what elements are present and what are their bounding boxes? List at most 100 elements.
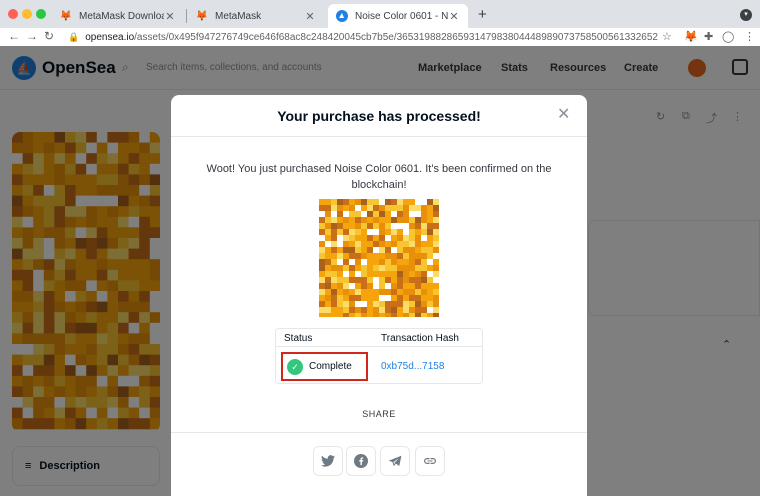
metamask-extension-icon[interactable]: 🦊 bbox=[684, 30, 698, 43]
art-pixel bbox=[385, 313, 392, 317]
art-pixel bbox=[433, 247, 439, 254]
transaction-hash-link[interactable]: 0xb75d...7158 bbox=[381, 361, 444, 372]
url-path: /assets/0x495f947276749ce646f68ac8c24842… bbox=[134, 31, 658, 43]
art-pixel bbox=[331, 229, 338, 236]
back-arrow-icon[interactable]: ← bbox=[8, 29, 20, 43]
maximize-window-button[interactable] bbox=[36, 9, 46, 19]
bookmark-star-icon[interactable]: ☆ bbox=[662, 30, 672, 43]
minimize-window-button[interactable] bbox=[22, 9, 32, 19]
art-pixel bbox=[427, 229, 434, 236]
close-icon[interactable]: ✕ bbox=[557, 107, 570, 123]
art-pixel bbox=[361, 295, 368, 302]
art-pixel bbox=[373, 295, 380, 302]
art-pixel bbox=[409, 253, 416, 260]
art-pixel bbox=[391, 217, 398, 224]
art-pixel bbox=[355, 271, 362, 278]
art-pixel bbox=[355, 211, 362, 218]
art-pixel bbox=[391, 313, 398, 317]
art-pixel bbox=[415, 205, 422, 212]
art-pixel bbox=[319, 265, 326, 272]
facebook-share-button[interactable] bbox=[346, 446, 376, 476]
art-pixel bbox=[427, 199, 434, 206]
art-pixel bbox=[355, 247, 362, 254]
tab-separator bbox=[186, 9, 187, 23]
art-pixel bbox=[427, 265, 434, 272]
art-pixel bbox=[391, 283, 398, 290]
link-icon bbox=[424, 458, 436, 464]
art-pixel bbox=[409, 205, 416, 212]
art-pixel bbox=[397, 235, 404, 242]
art-pixel bbox=[325, 217, 332, 224]
art-pixel bbox=[319, 223, 326, 230]
art-pixel bbox=[337, 205, 344, 212]
close-tab-icon[interactable]: ✕ bbox=[304, 10, 316, 23]
art-pixel bbox=[367, 283, 374, 290]
art-pixel bbox=[409, 211, 416, 218]
art-pixel bbox=[403, 217, 410, 224]
art-pixel bbox=[361, 271, 368, 278]
purchase-modal: Your purchase has processed! ✕ Woot! You… bbox=[171, 95, 587, 496]
art-pixel bbox=[343, 229, 350, 236]
art-pixel bbox=[379, 247, 386, 254]
new-tab-plus-icon[interactable]: + bbox=[478, 6, 487, 23]
tab-search-chevron-icon[interactable]: ▾ bbox=[740, 9, 752, 21]
art-pixel bbox=[331, 283, 338, 290]
art-pixel bbox=[331, 247, 338, 254]
art-pixel bbox=[331, 289, 338, 296]
art-pixel bbox=[415, 217, 422, 224]
art-pixel bbox=[391, 307, 398, 314]
art-pixel bbox=[385, 247, 392, 254]
forward-arrow-icon[interactable]: → bbox=[26, 29, 38, 43]
browser-menu-icon[interactable]: ⋮ bbox=[744, 30, 755, 43]
art-pixel bbox=[373, 253, 380, 260]
art-pixel bbox=[379, 289, 386, 296]
art-pixel bbox=[427, 259, 434, 266]
close-tab-icon[interactable]: ✕ bbox=[164, 10, 176, 23]
telegram-share-button[interactable] bbox=[380, 446, 410, 476]
art-pixel bbox=[319, 247, 326, 254]
art-pixel bbox=[433, 223, 439, 230]
art-pixel bbox=[349, 223, 356, 230]
art-pixel bbox=[331, 241, 338, 248]
art-pixel bbox=[325, 211, 332, 218]
art-pixel bbox=[361, 313, 368, 317]
extensions-puzzle-icon[interactable]: ✚ bbox=[704, 30, 713, 43]
art-pixel bbox=[355, 217, 362, 224]
art-pixel bbox=[355, 289, 362, 296]
address-bar[interactable]: 🔒 opensea.io/assets/0x495f947276749ce646… bbox=[58, 28, 658, 46]
art-pixel bbox=[409, 301, 416, 308]
art-pixel bbox=[409, 223, 416, 230]
art-pixel bbox=[319, 253, 326, 260]
close-window-button[interactable] bbox=[8, 9, 18, 19]
art-pixel bbox=[325, 289, 332, 296]
art-pixel bbox=[421, 277, 428, 284]
tab-metamask-download[interactable]: 🦊 MetaMask Download ✕ bbox=[52, 4, 184, 28]
tab-metamask[interactable]: 🦊 MetaMask ✕ bbox=[188, 4, 324, 28]
art-pixel bbox=[331, 253, 338, 260]
tab-noise-color[interactable]: Noise Color 0601 - Noise Colo ✕ bbox=[328, 4, 468, 28]
art-pixel bbox=[391, 235, 398, 242]
art-pixel bbox=[379, 259, 386, 266]
art-pixel bbox=[379, 295, 386, 302]
profile-avatar-icon[interactable]: ◯ bbox=[722, 30, 734, 43]
reload-icon[interactable]: ↻ bbox=[44, 29, 54, 43]
art-pixel bbox=[385, 259, 392, 266]
art-pixel bbox=[397, 277, 404, 284]
metamask-fox-icon: 🦊 bbox=[59, 10, 73, 22]
art-pixel bbox=[433, 217, 439, 224]
art-pixel bbox=[379, 277, 386, 284]
art-pixel bbox=[373, 277, 380, 284]
art-pixel bbox=[421, 295, 428, 302]
art-pixel bbox=[319, 283, 326, 290]
art-pixel bbox=[319, 229, 326, 236]
art-pixel bbox=[421, 259, 428, 266]
art-pixel bbox=[355, 259, 362, 266]
art-pixel bbox=[397, 301, 404, 308]
copy-link-button[interactable] bbox=[415, 446, 445, 476]
art-pixel bbox=[325, 283, 332, 290]
twitter-share-button[interactable] bbox=[313, 446, 343, 476]
close-tab-icon[interactable]: ✕ bbox=[448, 10, 460, 23]
art-pixel bbox=[349, 235, 356, 242]
art-pixel bbox=[373, 283, 380, 290]
art-pixel bbox=[391, 241, 398, 248]
